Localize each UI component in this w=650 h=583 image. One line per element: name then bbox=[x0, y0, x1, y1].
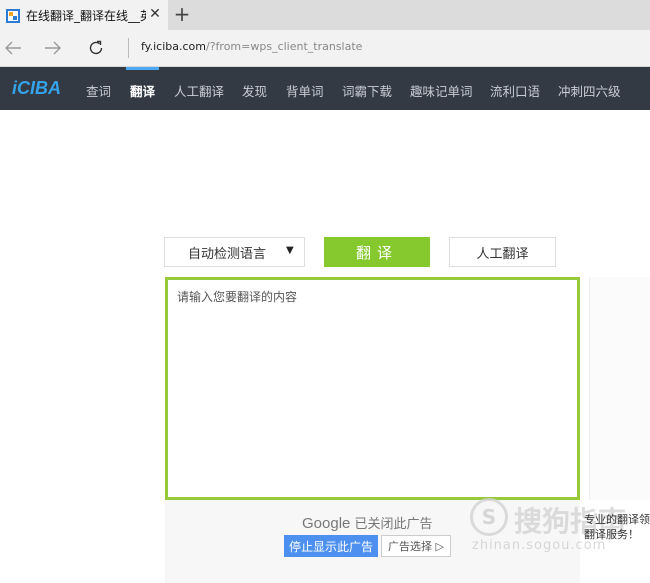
nav-item-translate[interactable]: 翻译 bbox=[130, 81, 155, 100]
forward-arrow-icon[interactable] bbox=[40, 36, 66, 60]
url-divider bbox=[128, 38, 129, 58]
nav-item-download[interactable]: 词霸下载 bbox=[342, 81, 392, 100]
human-translate-button[interactable]: 人工翻译 bbox=[449, 237, 556, 267]
url-path: /?from=wps_client_translate bbox=[206, 40, 363, 53]
url-field[interactable]: fy.iciba.com/?from=wps_client_translate bbox=[141, 40, 362, 53]
ad-choices-button[interactable]: 广告选择 ▷ bbox=[381, 535, 451, 557]
site-navbar: iCIBA 查词 翻译 人工翻译 发现 背单词 词霸下载 趣味记单词 流利口语 … bbox=[0, 67, 650, 110]
nav-item-discover[interactable]: 发现 bbox=[242, 81, 267, 100]
nav-item-fun-words[interactable]: 趣味记单词 bbox=[410, 81, 473, 100]
ad-closed-text: 已关闭此广告 bbox=[354, 517, 433, 532]
url-host: fy.iciba.com bbox=[141, 40, 206, 53]
address-bar: fy.iciba.com/?from=wps_client_translate bbox=[0, 30, 650, 67]
nav-item-lookup[interactable]: 查词 bbox=[86, 81, 111, 100]
translate-button[interactable]: 翻译 bbox=[324, 237, 430, 267]
stop-showing-ad-button[interactable]: 停止显示此广告 bbox=[284, 535, 378, 557]
sogou-logo-icon: S bbox=[470, 498, 508, 536]
result-panel bbox=[589, 277, 650, 500]
promo-text: 专业的翻译领 翻译服务！ bbox=[584, 512, 650, 542]
browser-tab[interactable]: 在线翻译_翻译在线__英 bbox=[0, 0, 168, 30]
nav-item-oral[interactable]: 流利口语 bbox=[490, 81, 540, 100]
refresh-icon[interactable] bbox=[83, 36, 109, 60]
tab-title: 在线翻译_翻译在线__英 bbox=[26, 8, 146, 23]
language-select[interactable]: 自动检测语言 bbox=[164, 237, 305, 267]
promo-line-1: 专业的翻译领 bbox=[584, 513, 650, 526]
input-placeholder: 请输入您要翻译的内容 bbox=[177, 290, 298, 304]
browser-tab-strip: 在线翻译_翻译在线__英 ✕ + bbox=[0, 0, 650, 30]
iciba-logo[interactable]: iCIBA bbox=[12, 78, 61, 99]
active-nav-indicator bbox=[126, 67, 159, 70]
nav-item-vocabulary[interactable]: 背单词 bbox=[286, 81, 324, 100]
site-favicon-icon bbox=[6, 8, 20, 23]
google-label: Google bbox=[302, 515, 351, 532]
promo-line-2: 翻译服务！ bbox=[584, 528, 639, 541]
ad-closed-notice: Google 已关闭此广告 bbox=[302, 513, 433, 532]
dropdown-arrow-icon[interactable]: ▼ bbox=[286, 245, 294, 256]
close-tab-icon[interactable]: ✕ bbox=[147, 6, 163, 22]
new-tab-icon[interactable]: + bbox=[172, 3, 192, 25]
back-arrow-icon[interactable] bbox=[0, 36, 26, 60]
nav-item-cet[interactable]: 冲刺四六级 bbox=[558, 81, 621, 100]
nav-item-human-translate[interactable]: 人工翻译 bbox=[174, 81, 224, 100]
source-text-input[interactable]: 请输入您要翻译的内容 bbox=[165, 277, 580, 500]
